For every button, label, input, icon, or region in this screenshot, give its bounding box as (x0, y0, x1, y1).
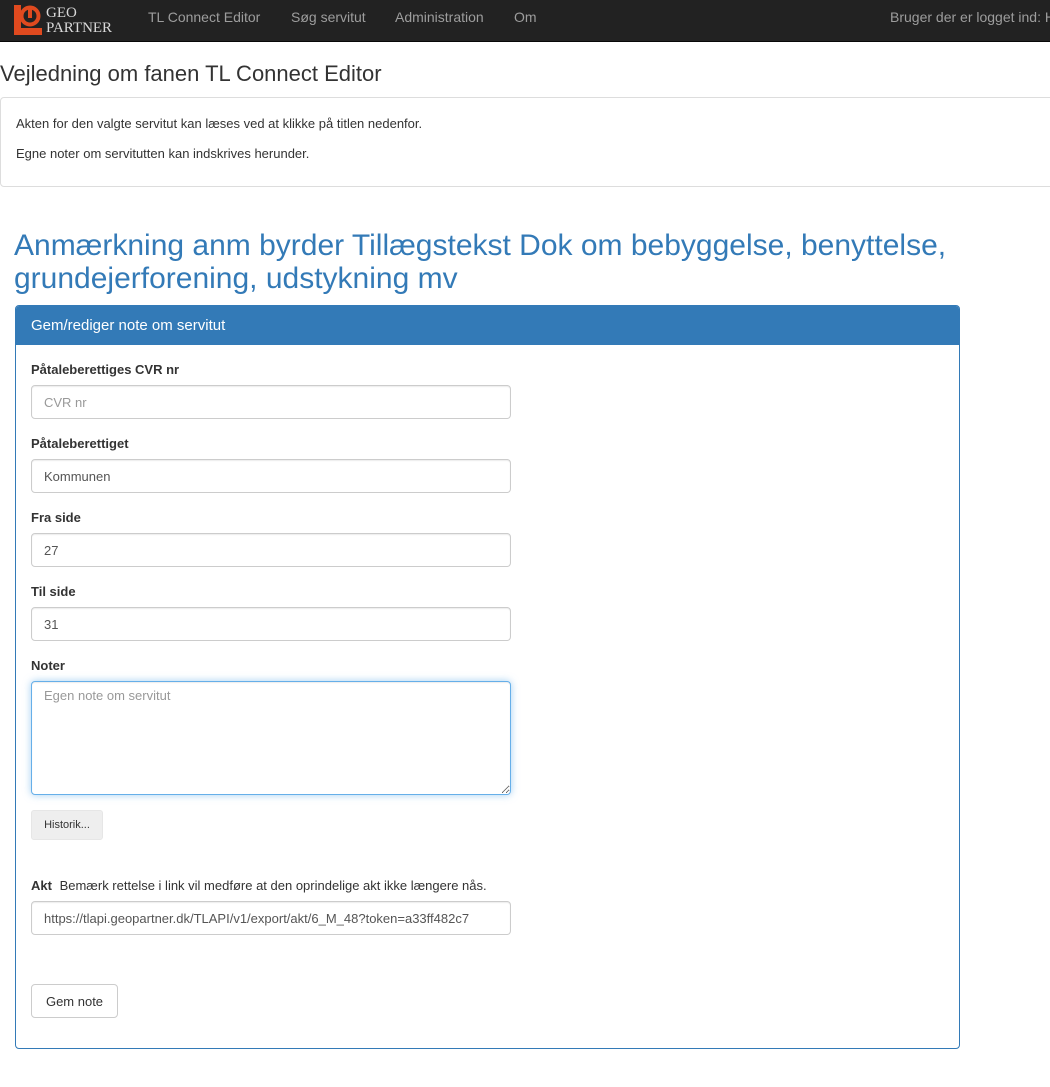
guide-box: Akten for den valgte servitut kan læses … (0, 97, 1050, 187)
nav-sog-servitut[interactable]: Søg servitut (291, 8, 366, 26)
akt-note: Bemærk rettelse i link vil medføre at de… (59, 878, 487, 893)
geopartner-logo[interactable]: GEO PARTNER (14, 5, 124, 37)
cvr-input[interactable] (31, 385, 511, 419)
fra-side-label: Fra side (31, 510, 81, 525)
paataleberettiget-input[interactable] (31, 459, 511, 493)
guide-text-1: Akten for den valgte servitut kan læses … (16, 116, 423, 131)
nav-om[interactable]: Om (514, 8, 537, 26)
servitut-title-link[interactable]: Anmærkning anm byrder Tillægstekst Dok o… (14, 229, 1004, 295)
akt-label: Akt (31, 878, 52, 893)
history-button[interactable]: Historik... (31, 810, 103, 840)
note-panel: Gem/rediger note om servitut Påtaleberet… (15, 305, 960, 1049)
page-title: Vejledning om fanen TL Connect Editor (0, 61, 382, 86)
nav-tl-connect-editor[interactable]: TL Connect Editor (148, 8, 260, 26)
logo-wordmark: GEO PARTNER (46, 6, 112, 36)
fra-side-input[interactable] (31, 533, 511, 567)
nav-administration[interactable]: Administration (395, 8, 484, 26)
til-side-label: Til side (31, 584, 76, 599)
noter-label: Noter (31, 658, 65, 673)
cvr-label: Påtaleberettiges CVR nr (31, 362, 180, 377)
logo-mark-icon (14, 5, 42, 35)
akt-url-input[interactable] (31, 901, 511, 935)
logged-in-user: Bruger der er logget ind: H (890, 9, 1050, 25)
paataleberettiget-label: Påtaleberettiget (31, 436, 129, 451)
top-navbar: GEO PARTNER TL Connect Editor Søg servit… (0, 0, 1050, 42)
akt-label-row: Akt Bemærk rettelse i link vil medføre a… (31, 878, 487, 893)
til-side-input[interactable] (31, 607, 511, 641)
noter-textarea[interactable] (31, 681, 511, 795)
panel-heading: Gem/rediger note om servitut (16, 306, 959, 345)
guide-text-2: Egne noter om servitutten kan indskrives… (16, 146, 310, 161)
logo-text-line1: GEO (46, 5, 77, 21)
logo-text-line2: PARTNER (46, 20, 113, 36)
save-note-button[interactable]: Gem note (31, 984, 118, 1018)
